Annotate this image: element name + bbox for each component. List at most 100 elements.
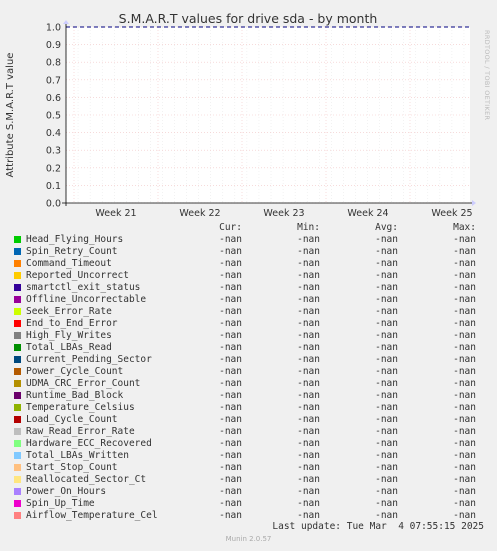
col-cur-header: Cur: — [219, 222, 242, 233]
legend-max-value: -nan — [453, 378, 476, 389]
legend-swatch — [14, 308, 21, 315]
legend-series-name: smartctl_exit_status — [26, 282, 141, 293]
col-avg-header: Avg: — [375, 222, 398, 233]
legend-max-value: -nan — [453, 270, 476, 281]
legend-row: Total_LBAs_Read -nan -nan -nan -nan — [0, 342, 497, 354]
legend-min-value: -nan — [297, 450, 320, 461]
legend-swatch — [14, 356, 21, 363]
legend-max-value: -nan — [453, 402, 476, 413]
legend-min-value: -nan — [297, 462, 320, 473]
legend-avg-value: -nan — [375, 402, 398, 413]
legend-series-name: Total_LBAs_Written — [26, 450, 129, 461]
legend-avg-value: -nan — [375, 234, 398, 245]
legend-min-value: -nan — [297, 510, 320, 521]
legend: Head_Flying_Hours -nan -nan -nan -nan Spin_Re… — [0, 234, 497, 522]
legend-header: Cur: Min: Avg: Max: — [0, 222, 497, 234]
legend-series-name: UDMA_CRC_Error_Count — [26, 378, 141, 389]
x-tick-label: Week 21 — [95, 208, 136, 219]
legend-min-value: -nan — [297, 438, 320, 449]
legend-cur-value: -nan — [219, 462, 242, 473]
legend-min-value: -nan — [297, 234, 320, 245]
legend-row: Current_Pending_Sector -nan -nan -nan -nan — [0, 354, 497, 366]
legend-cur-value: -nan — [219, 234, 242, 245]
legend-max-value: -nan — [453, 486, 476, 497]
legend-avg-value: -nan — [375, 474, 398, 485]
legend-series-name: Total_LBAs_Read — [26, 342, 112, 353]
y-tick-label: 0.5 — [46, 111, 61, 122]
legend-row: Power_On_Hours -nan -nan -nan -nan — [0, 486, 497, 498]
legend-avg-value: -nan — [375, 270, 398, 281]
legend-min-value: -nan — [297, 294, 320, 305]
legend-series-name: Reported_Uncorrect — [26, 270, 129, 281]
legend-swatch — [14, 440, 21, 447]
legend-avg-value: -nan — [375, 366, 398, 377]
legend-cur-value: -nan — [219, 258, 242, 269]
legend-swatch — [14, 452, 21, 459]
legend-series-name: Temperature_Celsius — [26, 402, 135, 413]
legend-swatch — [14, 392, 21, 399]
legend-swatch — [14, 320, 21, 327]
legend-avg-value: -nan — [375, 510, 398, 521]
legend-avg-value: -nan — [375, 342, 398, 353]
legend-swatch — [14, 296, 21, 303]
legend-series-name: Offline_Uncorrectable — [26, 294, 147, 305]
x-axis-ticks: Week 21 Week 22 Week 23 Week 24 Week 25 — [95, 208, 472, 219]
legend-avg-value: -nan — [375, 378, 398, 389]
legend-max-value: -nan — [453, 294, 476, 305]
legend-cur-value: -nan — [219, 270, 242, 281]
legend-swatch — [14, 260, 21, 267]
legend-row: Runtime_Bad_Block -nan -nan -nan -nan — [0, 390, 497, 402]
legend-swatch — [14, 248, 21, 255]
y-tick-label: 0.6 — [46, 93, 61, 104]
legend-max-value: -nan — [453, 474, 476, 485]
last-update: Last update: Tue Mar 4 07:55:15 2025 — [272, 521, 484, 532]
legend-avg-value: -nan — [375, 438, 398, 449]
legend-max-value: -nan — [453, 438, 476, 449]
y-axis-label: Attribute S.M.A.R.T value — [5, 53, 16, 178]
legend-avg-value: -nan — [375, 258, 398, 269]
legend-row: Hardware_ECC_Recovered -nan -nan -nan -nan — [0, 438, 497, 450]
legend-swatch — [14, 332, 21, 339]
legend-min-value: -nan — [297, 258, 320, 269]
legend-row: Temperature_Celsius -nan -nan -nan -nan — [0, 402, 497, 414]
legend-cur-value: -nan — [219, 426, 242, 437]
y-tick-label: 0.3 — [46, 146, 61, 157]
legend-series-name: Load_Cycle_Count — [26, 414, 118, 425]
chart-title: S.M.A.R.T values for drive sda - by mont… — [119, 11, 378, 26]
legend-row: Seek_Error_Rate -nan -nan -nan -nan — [0, 306, 497, 318]
legend-series-name: Power_Cycle_Count — [26, 366, 124, 377]
legend-max-value: -nan — [453, 462, 476, 473]
legend-cur-value: -nan — [219, 486, 242, 497]
legend-cur-value: -nan — [219, 450, 242, 461]
legend-max-value: -nan — [453, 354, 476, 365]
legend-swatch — [14, 476, 21, 483]
legend-cur-value: -nan — [219, 342, 242, 353]
legend-series-name: Spin_Up_Time — [26, 498, 95, 509]
legend-avg-value: -nan — [375, 282, 398, 293]
x-tick-label: Week 23 — [263, 208, 304, 219]
legend-cur-value: -nan — [219, 378, 242, 389]
legend-min-value: -nan — [297, 402, 320, 413]
legend-max-value: -nan — [453, 234, 476, 245]
legend-avg-value: -nan — [375, 306, 398, 317]
legend-min-value: -nan — [297, 342, 320, 353]
legend-min-value: -nan — [297, 306, 320, 317]
legend-min-value: -nan — [297, 414, 320, 425]
legend-max-value: -nan — [453, 318, 476, 329]
y-tick-label: 0.0 — [46, 199, 61, 210]
col-max-header: Max: — [453, 222, 476, 233]
legend-min-value: -nan — [297, 498, 320, 509]
rrdtool-watermark: RRDTOOL / TOBI OETIKER — [483, 30, 491, 121]
y-tick-label: 0.9 — [46, 40, 61, 51]
legend-swatch — [14, 500, 21, 507]
legend-series-name: End_to_End_Error — [26, 318, 118, 329]
legend-swatch — [14, 488, 21, 495]
legend-min-value: -nan — [297, 378, 320, 389]
legend-max-value: -nan — [453, 246, 476, 257]
legend-row: Raw_Read_Error_Rate -nan -nan -nan -nan — [0, 426, 497, 438]
legend-row: Start_Stop_Count -nan -nan -nan -nan — [0, 462, 497, 474]
legend-row: Total_LBAs_Written -nan -nan -nan -nan — [0, 450, 497, 462]
legend-max-value: -nan — [453, 414, 476, 425]
legend-min-value: -nan — [297, 282, 320, 293]
legend-max-value: -nan — [453, 258, 476, 269]
